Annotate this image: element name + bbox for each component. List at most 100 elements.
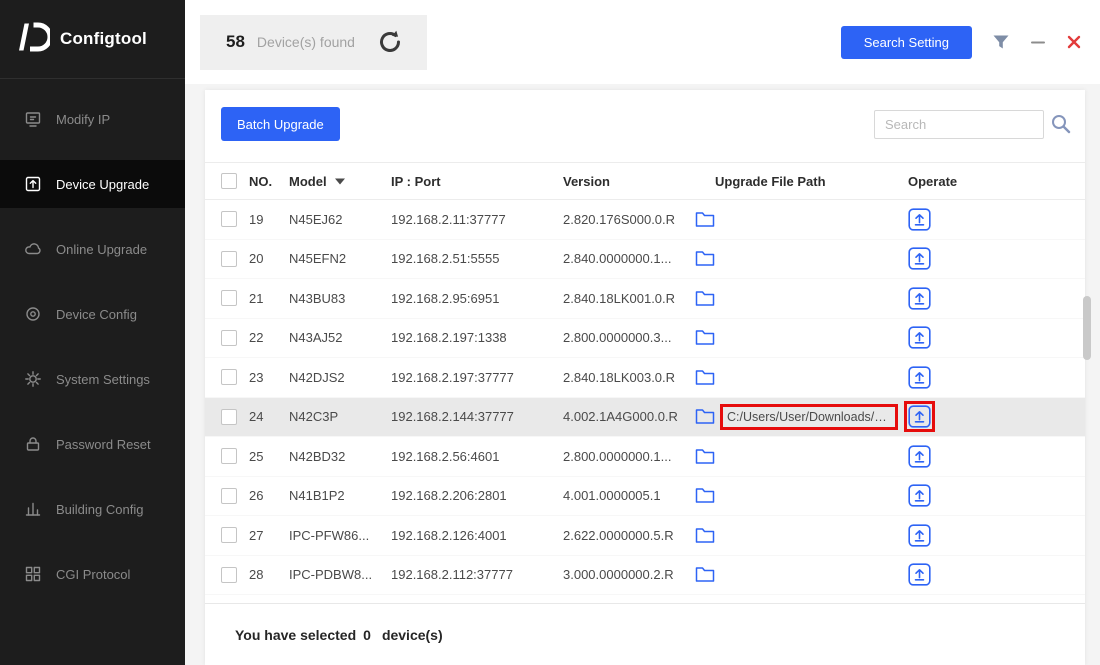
table-row[interactable]: 19 N45EJ62 192.168.2.11:37777 2.820.176S… (205, 200, 1085, 240)
model-filter-icon[interactable] (335, 178, 345, 185)
row-version: 2.840.18LK003.0.R (563, 358, 695, 397)
row-checkbox[interactable] (221, 369, 237, 385)
sidebar-item-online-upgrade[interactable]: Online Upgrade (0, 225, 185, 273)
row-checkbox[interactable] (221, 211, 237, 227)
row-version: 2.622.0000000.5.R (563, 516, 695, 555)
row-checkbox[interactable] (221, 409, 237, 425)
browse-folder-icon[interactable] (695, 329, 715, 346)
selection-text-suffix: device(s) (382, 627, 443, 643)
sidebar-menu: Modify IP Device Upgrade Online Upgrade … (0, 79, 185, 615)
row-checkbox[interactable] (221, 330, 237, 346)
search-setting-button[interactable]: Search Setting (841, 26, 972, 59)
upload-icon[interactable] (908, 563, 931, 586)
row-ip-port: 192.168.2.206:2801 (391, 477, 563, 516)
col-version: Version (563, 163, 695, 199)
sidebar-item-modify-ip[interactable]: Modify IP (0, 95, 185, 143)
upload-icon[interactable] (908, 524, 931, 547)
browse-folder-icon[interactable] (695, 527, 715, 544)
batch-upgrade-button[interactable]: Batch Upgrade (221, 107, 340, 141)
row-no: 19 (249, 200, 289, 239)
browse-folder-icon[interactable] (695, 250, 715, 267)
refresh-icon[interactable] (377, 29, 403, 55)
table-row[interactable]: 24 N42C3P 192.168.2.144:37777 4.002.1A4G… (205, 398, 1085, 438)
row-ip-port: 192.168.2.144:37777 (391, 398, 563, 437)
table-row[interactable]: 21 N43BU83 192.168.2.95:6951 2.840.18LK0… (205, 279, 1085, 319)
online-upgrade-icon (24, 240, 42, 258)
minimize-icon[interactable] (1030, 34, 1046, 50)
upload-icon[interactable] (908, 405, 931, 428)
table-row[interactable]: 26 N41B1P2 192.168.2.206:2801 4.001.0000… (205, 477, 1085, 517)
row-no: 20 (249, 240, 289, 279)
upload-icon[interactable] (908, 208, 931, 231)
row-checkbox[interactable] (221, 251, 237, 267)
upload-icon[interactable] (908, 484, 931, 507)
row-ip-port: 192.168.2.95:6951 (391, 279, 563, 318)
row-checkbox[interactable] (221, 290, 237, 306)
table-row[interactable]: 23 N42DJS2 192.168.2.197:37777 2.840.18L… (205, 358, 1085, 398)
upload-icon[interactable] (908, 366, 931, 389)
row-checkbox[interactable] (221, 448, 237, 464)
table-row[interactable]: 22 N43AJ52 192.168.2.197:1338 2.800.0000… (205, 319, 1085, 359)
select-all-checkbox[interactable] (221, 173, 237, 189)
scrollbar-thumb[interactable] (1083, 296, 1091, 360)
row-ip-port: 192.168.2.112:37777 (391, 556, 563, 595)
table-row[interactable]: 28 IPC-PDBW8... 192.168.2.112:37777 3.00… (205, 556, 1085, 596)
upload-icon[interactable] (908, 287, 931, 310)
sidebar-item-label: Building Config (56, 502, 143, 517)
row-ip-port: 192.168.2.51:5555 (391, 240, 563, 279)
sidebar-item-label: CGI Protocol (56, 567, 130, 582)
browse-folder-icon[interactable] (695, 290, 715, 307)
row-checkbox[interactable] (221, 488, 237, 504)
browse-folder-icon[interactable] (695, 566, 715, 583)
col-model: Model (289, 163, 391, 199)
row-version: 2.800.0000000.3... (563, 319, 695, 358)
upload-icon[interactable] (908, 326, 931, 349)
table-row[interactable]: 20 N45EFN2 192.168.2.51:5555 2.840.00000… (205, 240, 1085, 280)
device-upgrade-panel: Batch Upgrade NO. Model IP : Port Versio… (205, 90, 1085, 665)
cgi-protocol-icon (24, 565, 42, 583)
upload-icon[interactable] (908, 247, 931, 270)
selection-footer: You have selected 0 device(s) (205, 603, 1085, 665)
browse-folder-icon[interactable] (695, 369, 715, 386)
browse-folder-icon[interactable] (695, 448, 715, 465)
sidebar-item-password-reset[interactable]: Password Reset (0, 420, 185, 468)
row-no: 27 (249, 516, 289, 555)
row-file-path: C:/Users/User/Downloads/DH... (723, 407, 895, 427)
topbar: 58 Device(s) found Search Setting (185, 0, 1100, 84)
row-version: 3.000.0000000.2.R (563, 556, 695, 595)
main-area: 58 Device(s) found Search Setting Batch … (185, 0, 1100, 665)
device-upgrade-icon (24, 175, 42, 193)
row-checkbox[interactable] (221, 567, 237, 583)
browse-folder-icon[interactable] (695, 408, 715, 425)
table-row[interactable]: 25 N42BD32 192.168.2.56:4601 2.800.00000… (205, 437, 1085, 477)
row-model: N41B1P2 (289, 477, 391, 516)
sidebar-item-label: Online Upgrade (56, 242, 147, 257)
table-row[interactable]: 27 IPC-PFW86... 192.168.2.126:4001 2.622… (205, 516, 1085, 556)
search-area (874, 110, 1073, 139)
dropdown-funnel-icon[interactable] (992, 34, 1010, 50)
app-title: Configtool (60, 29, 147, 49)
sidebar-item-system-settings[interactable]: System Settings (0, 355, 185, 403)
row-model: N45EFN2 (289, 240, 391, 279)
row-version: 2.840.18LK001.0.R (563, 279, 695, 318)
sidebar-item-device-upgrade[interactable]: Device Upgrade (0, 160, 185, 208)
row-checkbox[interactable] (221, 527, 237, 543)
app-logo-icon (16, 22, 50, 57)
password-reset-icon (24, 435, 42, 453)
browse-folder-icon[interactable] (695, 487, 715, 504)
row-ip-port: 192.168.2.11:37777 (391, 200, 563, 239)
close-icon[interactable] (1066, 34, 1082, 50)
sidebar-item-device-config[interactable]: Device Config (0, 290, 185, 338)
row-no: 24 (249, 398, 289, 437)
search-icon[interactable] (1049, 112, 1073, 136)
row-version: 4.002.1A4G000.0.R (563, 398, 695, 437)
row-version: 2.840.0000000.1... (563, 240, 695, 279)
search-input[interactable] (874, 110, 1044, 139)
row-version: 4.001.0000005.1 (563, 477, 695, 516)
upload-icon[interactable] (908, 445, 931, 468)
sidebar-item-building-config[interactable]: Building Config (0, 485, 185, 533)
browse-folder-icon[interactable] (695, 211, 715, 228)
sidebar-item-cgi-protocol[interactable]: CGI Protocol (0, 550, 185, 598)
row-model: N42DJS2 (289, 358, 391, 397)
col-ip-port: IP : Port (391, 163, 563, 199)
